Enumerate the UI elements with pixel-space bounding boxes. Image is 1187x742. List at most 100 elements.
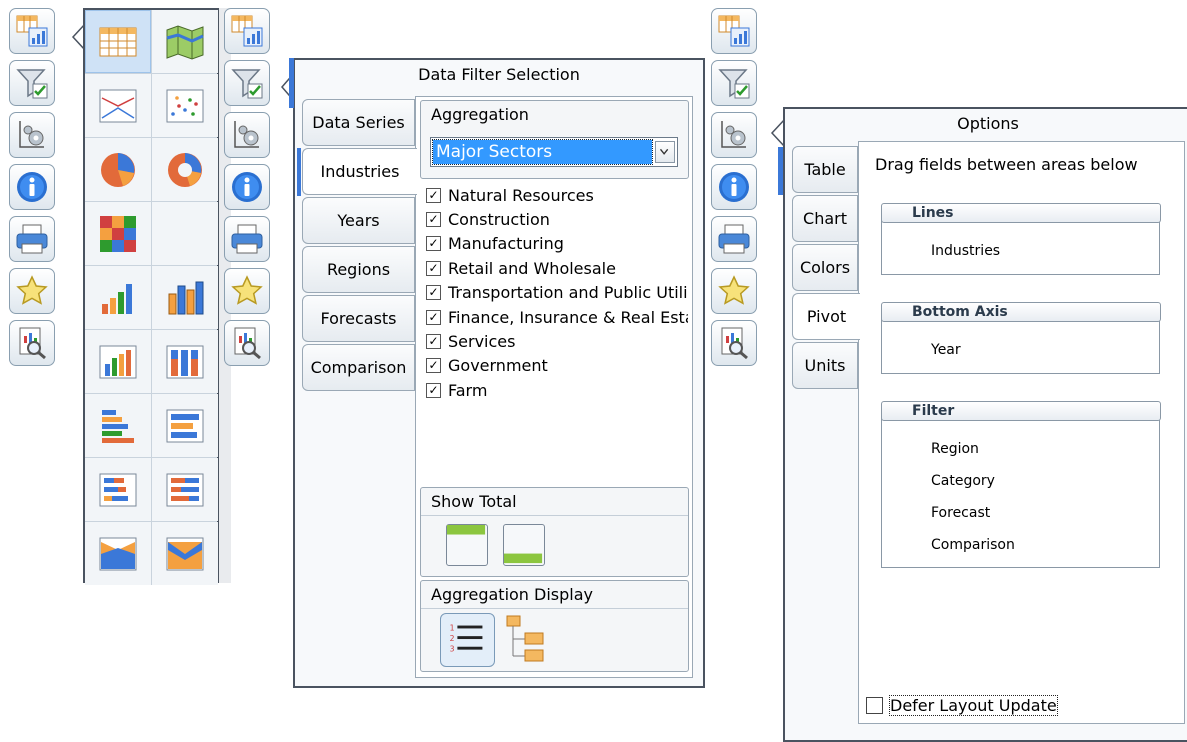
tab-regions[interactable]: Regions [302, 246, 415, 293]
table-chart-icon [718, 15, 750, 47]
tab-years[interactable]: Years [302, 197, 415, 244]
tab-colors[interactable]: Colors [792, 244, 858, 291]
chart-type-table[interactable] [85, 10, 151, 73]
table-chart-button[interactable] [9, 8, 55, 54]
chart-type-stacked-column[interactable] [152, 330, 218, 393]
checkbox-box[interactable]: ✓ [426, 285, 441, 301]
bar-chart-icon [102, 283, 132, 314]
chevron-down-icon [659, 148, 669, 155]
info-button-3[interactable] [711, 164, 757, 210]
favorite-button-3[interactable] [711, 268, 757, 314]
svg-text:3: 3 [450, 645, 455, 654]
print-icon [231, 224, 263, 254]
checkbox-transportation[interactable]: ✓Transportation and Public Utilities [426, 281, 688, 305]
tab-pivot[interactable]: Pivot [792, 293, 860, 340]
checkbox-manufacturing[interactable]: ✓ Manufacturing [426, 232, 688, 256]
table-chart-button-2[interactable] [224, 8, 270, 54]
chart-type-bar-3d[interactable] [152, 266, 218, 329]
table-chart-icon [231, 15, 263, 47]
chart-type-heatmap[interactable] [85, 202, 151, 265]
heatmap-icon [100, 215, 136, 252]
favorite-button[interactable] [9, 268, 55, 314]
chart-type-area[interactable] [85, 522, 151, 585]
table-chart-button-3[interactable] [711, 8, 757, 54]
zoom-report-button-3[interactable] [711, 320, 757, 366]
tree-display-button[interactable] [504, 613, 550, 667]
aggregation-dropdown[interactable]: Major Sectors [430, 137, 678, 167]
filter-button[interactable] [9, 60, 55, 106]
chart-type-stacked-horizontal-bar-2[interactable] [152, 458, 218, 521]
line-chart-icon [99, 89, 137, 122]
total-top-button[interactable] [446, 524, 488, 566]
checkbox-box[interactable]: ✓ [426, 212, 441, 228]
defer-layout-label: Defer Layout Update [889, 695, 1058, 716]
filter-button-2[interactable] [224, 60, 270, 106]
checkbox-box[interactable]: ✓ [426, 334, 441, 350]
chart-type-scatter[interactable] [152, 74, 218, 137]
checkbox-box[interactable]: ✓ [426, 260, 441, 276]
checkbox-farm[interactable]: ✓ Farm [426, 378, 688, 402]
total-bottom-button[interactable] [503, 524, 545, 566]
right-toolbar [711, 8, 759, 366]
checkbox-box[interactable]: ✓ [426, 358, 441, 374]
chart-type-stacked-horizontal-bar[interactable] [85, 458, 151, 521]
print-button-2[interactable] [224, 216, 270, 262]
field-category[interactable]: Category [931, 473, 995, 489]
settings-button-2[interactable] [224, 112, 270, 158]
chart-type-horizontal-bar[interactable] [85, 394, 151, 457]
chart-type-picker [83, 8, 219, 585]
grid-table-icon [99, 27, 137, 56]
chart-type-line[interactable] [85, 74, 151, 137]
defer-checkbox-box[interactable] [866, 697, 883, 714]
zoom-report-button[interactable] [9, 320, 55, 366]
field-year[interactable]: Year [931, 342, 961, 358]
chart-type-donut[interactable] [152, 138, 218, 201]
checkbox-box[interactable]: ✓ [426, 187, 441, 203]
tab-comparison[interactable]: Comparison [302, 344, 415, 391]
checkbox-box[interactable]: ✓ [426, 382, 441, 398]
tab-industries[interactable]: Industries [302, 148, 417, 195]
zoom-report-button-2[interactable] [224, 320, 270, 366]
tab-forecasts[interactable]: Forecasts [302, 295, 415, 342]
checkbox-finance[interactable]: ✓ Finance, Insurance & Real Estate [426, 305, 688, 329]
chart-type-stacked-area[interactable] [152, 522, 218, 585]
checkbox-retail-wholesale[interactable]: ✓ Retail and Wholesale [426, 256, 688, 280]
checkbox-government[interactable]: ✓ Government [426, 354, 688, 378]
print-button[interactable] [9, 216, 55, 262]
print-button-3[interactable] [711, 216, 757, 262]
zoom-report-icon [721, 327, 748, 360]
list-display-button[interactable]: 1 2 3 [440, 613, 495, 667]
svg-text:2: 2 [450, 634, 455, 643]
chart-type-column[interactable] [85, 330, 151, 393]
print-icon [16, 224, 48, 254]
settings-icon [19, 121, 44, 148]
settings-button[interactable] [9, 112, 55, 158]
checkbox-box[interactable]: ✓ [426, 309, 441, 325]
field-comparison[interactable]: Comparison [931, 537, 1015, 553]
industry-list: ✓ Natural Resources ✓ Construction ✓ Manufa… [426, 183, 688, 405]
tab-units[interactable]: Units [792, 342, 858, 389]
favorite-button-2[interactable] [224, 268, 270, 314]
settings-button-3[interactable] [711, 112, 757, 158]
filter-button-3[interactable] [711, 60, 757, 106]
chart-type-bar[interactable] [85, 266, 151, 329]
tab-table[interactable]: Table [792, 146, 858, 193]
tab-data-series[interactable]: Data Series [302, 99, 415, 146]
field-industries[interactable]: Industries [931, 243, 1000, 259]
chart-type-pie[interactable] [85, 138, 151, 201]
info-button[interactable] [9, 164, 55, 210]
field-region[interactable]: Region [931, 441, 979, 457]
chart-type-map[interactable] [152, 10, 218, 73]
filter-drop-area[interactable] [881, 410, 1160, 568]
aggregation-label: Aggregation [431, 105, 529, 124]
chart-type-horizontal-bar-3d[interactable] [152, 394, 218, 457]
checkbox-box[interactable]: ✓ [426, 236, 441, 252]
dropdown-arrow-button[interactable] [655, 141, 675, 163]
checkbox-natural-resources[interactable]: ✓ Natural Resources [426, 183, 688, 207]
defer-layout-checkbox[interactable]: Defer Layout Update [866, 695, 1058, 716]
tab-chart[interactable]: Chart [792, 195, 858, 242]
info-button-2[interactable] [224, 164, 270, 210]
checkbox-construction[interactable]: ✓ Construction [426, 207, 688, 231]
checkbox-services[interactable]: ✓ Services [426, 329, 688, 353]
field-forecast[interactable]: Forecast [931, 505, 990, 521]
